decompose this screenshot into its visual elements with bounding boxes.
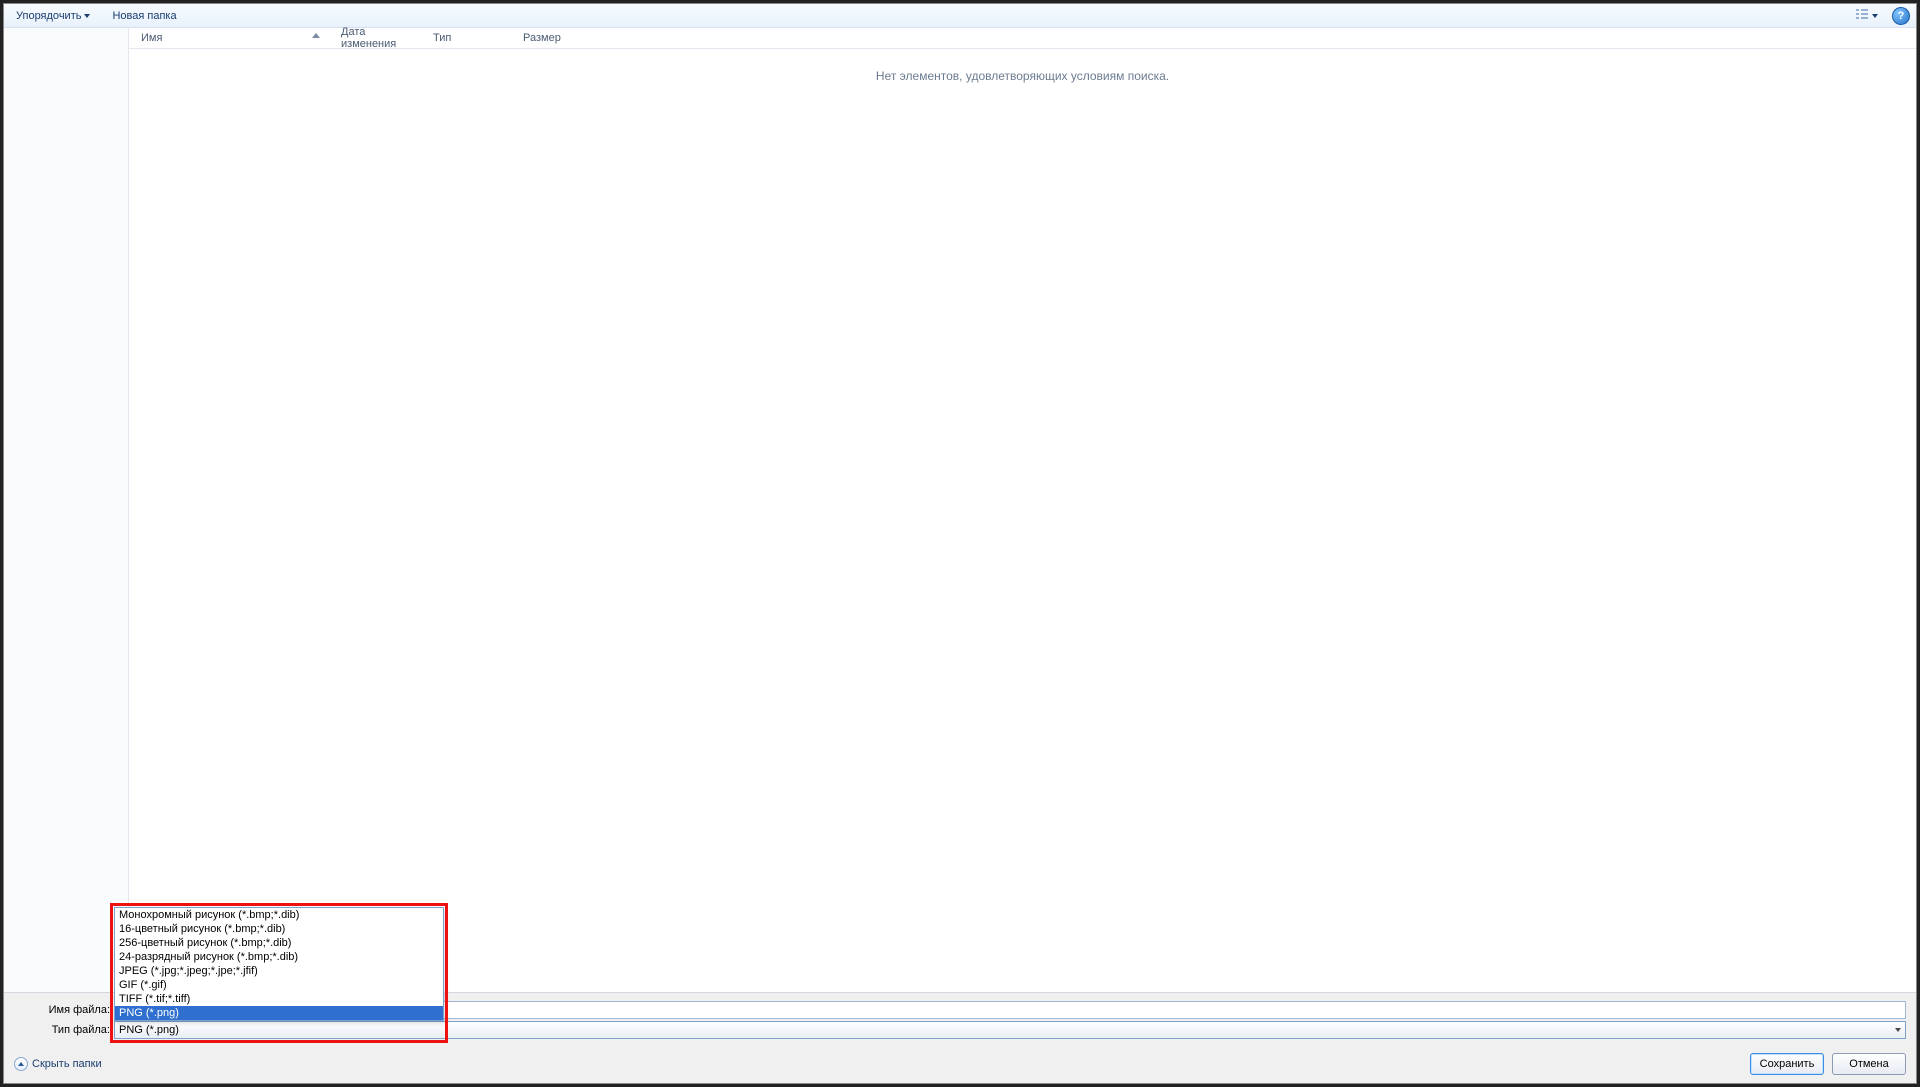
save-button[interactable]: Сохранить xyxy=(1750,1053,1824,1075)
filetype-option[interactable]: PNG (*.png) xyxy=(115,1006,443,1020)
column-header-size[interactable]: Размер xyxy=(511,28,571,48)
filetype-label: Тип файла: xyxy=(14,1024,114,1036)
file-list-pane: Имя Дата изменения Тип Размер Нет элемен… xyxy=(129,28,1916,992)
save-as-dialog: Упорядочить Новая папка ? xyxy=(3,3,1917,1084)
nav-pane[interactable] xyxy=(4,28,129,992)
save-button-label: Сохранить xyxy=(1760,1058,1815,1070)
empty-list-message: Нет элементов, удовлетворяющих условиям … xyxy=(129,49,1916,83)
chevron-down-icon xyxy=(1895,1028,1901,1032)
col-date-label: Дата изменения xyxy=(341,26,408,50)
filetype-option[interactable]: TIFF (*.tif;*.tiff) xyxy=(115,992,443,1006)
sort-ascending-icon xyxy=(312,33,320,38)
help-icon[interactable]: ? xyxy=(1892,7,1910,25)
filetype-option[interactable]: 16-цветный рисунок (*.bmp;*.dib) xyxy=(115,922,443,936)
new-folder-button[interactable]: Новая папка xyxy=(106,8,182,24)
col-size-label: Размер xyxy=(523,32,561,44)
col-name-label: Имя xyxy=(141,32,162,44)
organize-label: Упорядочить xyxy=(16,10,81,22)
column-header-type[interactable]: Тип xyxy=(421,28,511,48)
filetype-row: Тип файла: PNG (*.png) Монохромный рисун… xyxy=(14,1021,1906,1039)
help-glyph: ? xyxy=(1898,10,1905,22)
cancel-button-label: Отмена xyxy=(1849,1058,1888,1070)
col-type-label: Тип xyxy=(433,32,451,44)
filetype-option[interactable]: 24-разрядный рисунок (*.bmp;*.dib) xyxy=(115,950,443,964)
toolbar: Упорядочить Новая папка ? xyxy=(4,4,1916,28)
filetype-option[interactable]: 256-цветный рисунок (*.bmp;*.dib) xyxy=(115,936,443,950)
hide-folders-link[interactable]: Скрыть папки xyxy=(14,1057,102,1071)
chevron-down-icon xyxy=(84,14,90,18)
filetype-selected-value: PNG (*.png) xyxy=(119,1024,179,1036)
view-list-icon xyxy=(1854,7,1870,24)
filetype-option[interactable]: GIF (*.gif) xyxy=(115,978,443,992)
organize-button[interactable]: Упорядочить xyxy=(10,8,96,24)
new-folder-label: Новая папка xyxy=(112,10,176,22)
chevron-down-icon xyxy=(1872,14,1878,18)
filetype-select[interactable]: PNG (*.png) xyxy=(114,1021,1906,1039)
content-area: Имя Дата изменения Тип Размер Нет элемен… xyxy=(4,28,1916,992)
view-mode-dropdown[interactable] xyxy=(1850,5,1882,26)
filetype-option[interactable]: JPEG (*.jpg;*.jpeg;*.jpe;*.jfif) xyxy=(115,964,443,978)
column-header-name[interactable]: Имя xyxy=(129,28,329,48)
filetype-dropdown-list: Монохромный рисунок (*.bmp;*.dib)16-цвет… xyxy=(114,907,444,1021)
footer: Скрыть папки Сохранить Отмена xyxy=(4,1047,1916,1083)
column-header-date[interactable]: Дата изменения xyxy=(329,28,421,48)
hide-folders-label: Скрыть папки xyxy=(32,1058,102,1070)
column-headers: Имя Дата изменения Тип Размер xyxy=(129,28,1916,49)
bottom-panel: Имя файла: Тип файла: PNG (*.png) Монохр… xyxy=(4,992,1916,1047)
filetype-option[interactable]: Монохромный рисунок (*.bmp;*.dib) xyxy=(115,908,443,922)
arrow-up-icon xyxy=(14,1057,28,1071)
cancel-button[interactable]: Отмена xyxy=(1832,1053,1906,1075)
filename-label: Имя файла: xyxy=(14,1004,114,1016)
